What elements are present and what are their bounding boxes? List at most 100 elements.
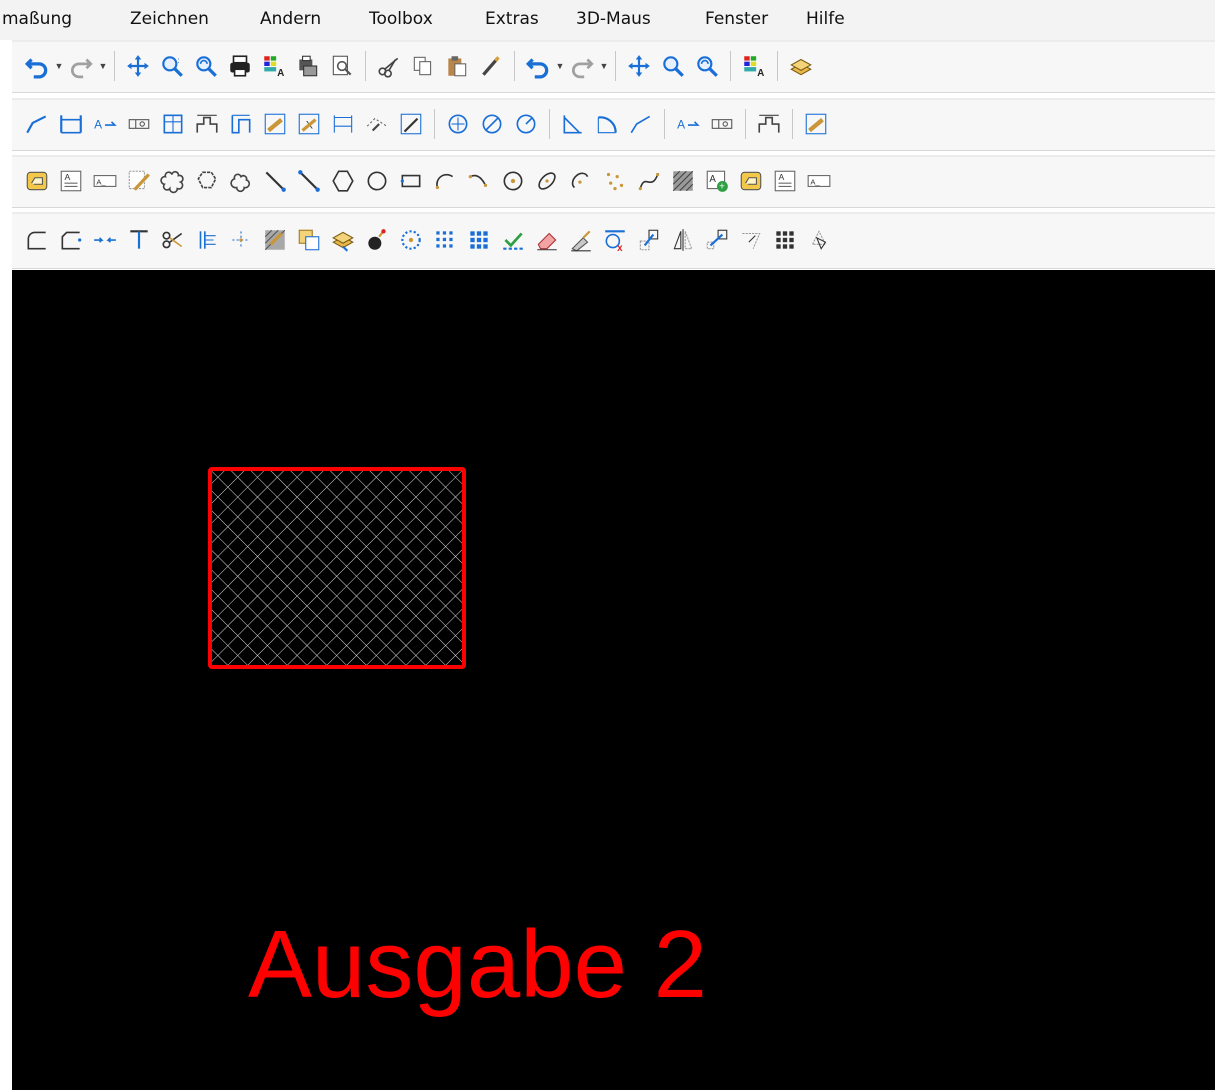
undo-dropdown-icon[interactable]: ▼	[54, 49, 64, 83]
menu-toolbox[interactable]: Toolbox	[369, 9, 433, 29]
dim-horizontal-icon[interactable]	[54, 107, 88, 141]
dim-text-icon[interactable]: A	[88, 107, 122, 141]
delete-duplicates-icon[interactable]: x	[598, 223, 632, 257]
single-text-icon[interactable]: A_	[88, 164, 122, 198]
donut-icon[interactable]	[496, 164, 530, 198]
dim-update-icon[interactable]	[326, 107, 360, 141]
ellipse-icon[interactable]	[530, 164, 564, 198]
lengthen-icon[interactable]	[734, 223, 768, 257]
layer-colors-icon[interactable]: A	[257, 49, 291, 83]
redo-dropdown-icon[interactable]: ▼	[98, 49, 108, 83]
pan-icon-2[interactable]	[622, 49, 656, 83]
match-properties-icon[interactable]	[474, 49, 508, 83]
zoom-window-icon[interactable]: :	[155, 49, 189, 83]
erase-icon[interactable]	[530, 223, 564, 257]
plot-icon[interactable]	[291, 49, 325, 83]
dim-radius-icon[interactable]	[509, 107, 543, 141]
layer-iso-icon[interactable]	[326, 223, 360, 257]
ellipse-arc-icon[interactable]	[564, 164, 598, 198]
print-icon[interactable]	[223, 49, 257, 83]
block-array-icon[interactable]	[768, 223, 802, 257]
region-icon-2[interactable]	[734, 164, 768, 198]
dim-oblique-icon[interactable]	[360, 107, 394, 141]
dim-tolerance-icon-2[interactable]	[705, 107, 739, 141]
arc-icon[interactable]	[428, 164, 462, 198]
dim-linear-leader-icon[interactable]	[20, 107, 54, 141]
undo-icon[interactable]	[20, 49, 54, 83]
explode-icon[interactable]	[360, 223, 394, 257]
menu-zeichnen[interactable]: Zeichnen	[130, 9, 209, 29]
dim-continue-icon[interactable]	[190, 107, 224, 141]
line-icon[interactable]	[258, 164, 292, 198]
hatch-edit-icon[interactable]	[258, 223, 292, 257]
redo-dropdown-icon-2[interactable]: ▼	[599, 49, 609, 83]
layer-properties-icon[interactable]	[784, 49, 818, 83]
chamfer-icon[interactable]	[54, 223, 88, 257]
menu-andern[interactable]: Andern	[260, 9, 321, 29]
menu-fenster[interactable]: Fenster	[705, 9, 768, 29]
array-path-icon[interactable]	[462, 223, 496, 257]
hatch-icon[interactable]	[666, 164, 700, 198]
sketch-icon[interactable]	[122, 164, 156, 198]
array-rect-icon[interactable]	[428, 223, 462, 257]
redo-icon-2[interactable]	[565, 49, 599, 83]
move-check-icon[interactable]	[496, 223, 530, 257]
paste-icon[interactable]	[440, 49, 474, 83]
fillet-icon[interactable]	[20, 223, 54, 257]
polygon-icon[interactable]	[326, 164, 360, 198]
mtext-icon[interactable]: A	[54, 164, 88, 198]
single-text-icon-2[interactable]: A_	[802, 164, 836, 198]
break-at-point-icon[interactable]	[224, 223, 258, 257]
circle-icon[interactable]	[360, 164, 394, 198]
rectangle-icon[interactable]	[394, 164, 428, 198]
hatched-rectangle[interactable]	[208, 467, 466, 669]
dim-ordinate-icon[interactable]	[224, 107, 258, 141]
zoom-realtime-icon-2[interactable]	[690, 49, 724, 83]
menu-3d-maus[interactable]: 3D-Maus	[576, 9, 651, 29]
dim-angular-icon[interactable]	[556, 107, 590, 141]
scale-icon[interactable]	[700, 223, 734, 257]
copy-icon[interactable]	[406, 49, 440, 83]
dim-baseline-icon[interactable]	[156, 107, 190, 141]
mirror-icon[interactable]	[666, 223, 700, 257]
zoom-window-icon-2[interactable]	[656, 49, 690, 83]
region-icon[interactable]	[20, 164, 54, 198]
dim-style-icon-2[interactable]	[799, 107, 833, 141]
rotate-icon[interactable]	[802, 223, 836, 257]
point-icon[interactable]	[598, 164, 632, 198]
offset-icon[interactable]	[190, 223, 224, 257]
spline-arc-icon[interactable]	[462, 164, 496, 198]
stretch-icon[interactable]	[632, 223, 666, 257]
drawing-canvas[interactable]: Ausgabe 2	[12, 270, 1215, 1090]
polygon-cloud-icon[interactable]	[190, 164, 224, 198]
dim-diameter-icon[interactable]	[475, 107, 509, 141]
undo-dropdown-icon-2[interactable]: ▼	[555, 49, 565, 83]
dim-arc-icon[interactable]	[590, 107, 624, 141]
copy-object-icon[interactable]	[292, 223, 326, 257]
canvas-text-label[interactable]: Ausgabe 2	[248, 910, 707, 1020]
dim-edit-icon[interactable]: X	[292, 107, 326, 141]
revision-cloud-icon[interactable]	[156, 164, 190, 198]
ray-icon[interactable]	[292, 164, 326, 198]
join-icon[interactable]	[88, 223, 122, 257]
attribute-icon[interactable]: A +	[700, 164, 734, 198]
mtext-icon-2[interactable]: A	[768, 164, 802, 198]
cloud-shape-icon[interactable]	[224, 164, 258, 198]
center-mark-icon[interactable]	[441, 107, 475, 141]
dim-text-icon-2[interactable]: A	[671, 107, 705, 141]
dim-style-icon[interactable]	[258, 107, 292, 141]
redo-icon[interactable]	[64, 49, 98, 83]
zoom-realtime-icon[interactable]	[189, 49, 223, 83]
dim-continue-icon-2[interactable]	[752, 107, 786, 141]
extend-icon[interactable]	[122, 223, 156, 257]
menu-extras[interactable]: Extras	[485, 9, 539, 29]
undo-icon-2[interactable]	[521, 49, 555, 83]
dim-tolerance-icon[interactable]	[122, 107, 156, 141]
menu-hilfe[interactable]: Hilfe	[806, 9, 845, 29]
spline-icon[interactable]	[632, 164, 666, 198]
menu-bemassung[interactable]: maßung	[2, 9, 72, 29]
print-preview-icon[interactable]	[325, 49, 359, 83]
dim-edit-text-icon[interactable]	[394, 107, 428, 141]
pan-icon[interactable]	[121, 49, 155, 83]
overkill-icon[interactable]	[564, 223, 598, 257]
